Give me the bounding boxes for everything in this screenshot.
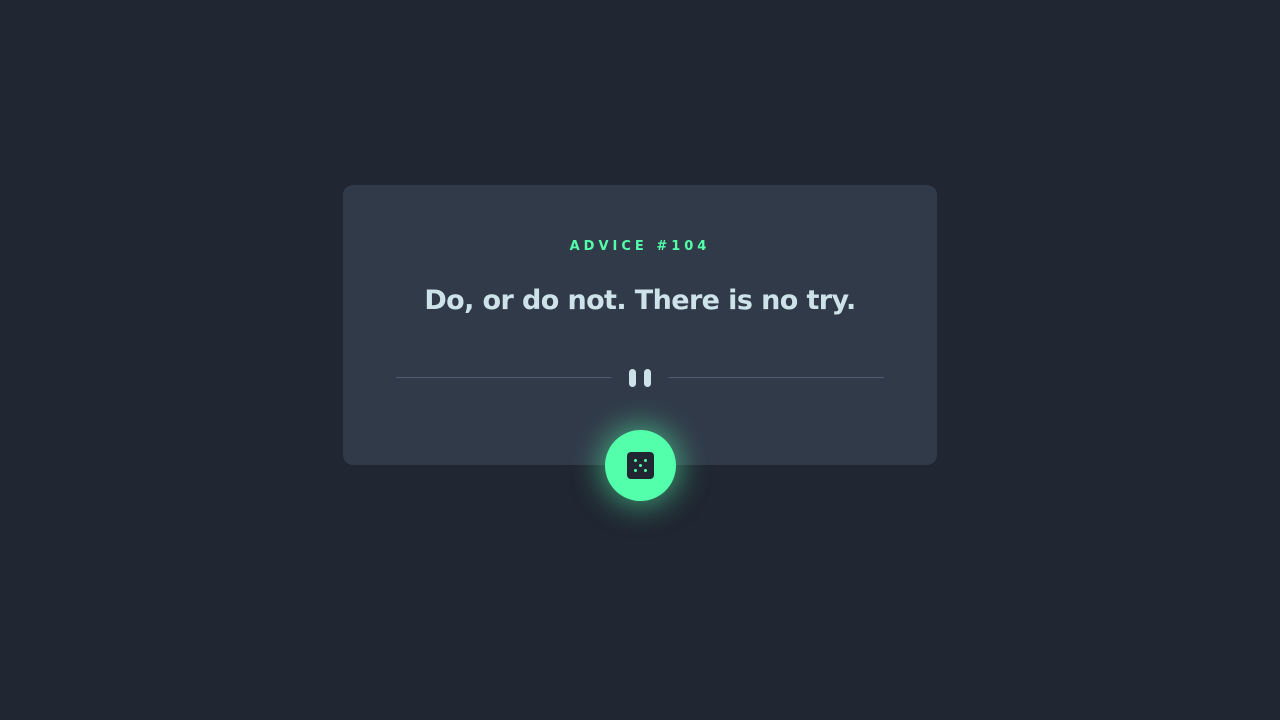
advice-id-label: ADVICE #104: [569, 239, 711, 254]
advice-quote: Do, or do not. There is no try.: [424, 285, 856, 316]
dice-icon: [627, 452, 654, 479]
pause-icon: [628, 369, 652, 387]
page-stage: ADVICE #104 Do, or do not. There is no t…: [0, 0, 1280, 720]
divider-line-left: [396, 377, 611, 378]
pattern-divider: [396, 369, 884, 387]
divider-line-right: [669, 377, 884, 378]
advice-card: ADVICE #104 Do, or do not. There is no t…: [343, 185, 937, 465]
new-advice-button[interactable]: [605, 430, 676, 501]
